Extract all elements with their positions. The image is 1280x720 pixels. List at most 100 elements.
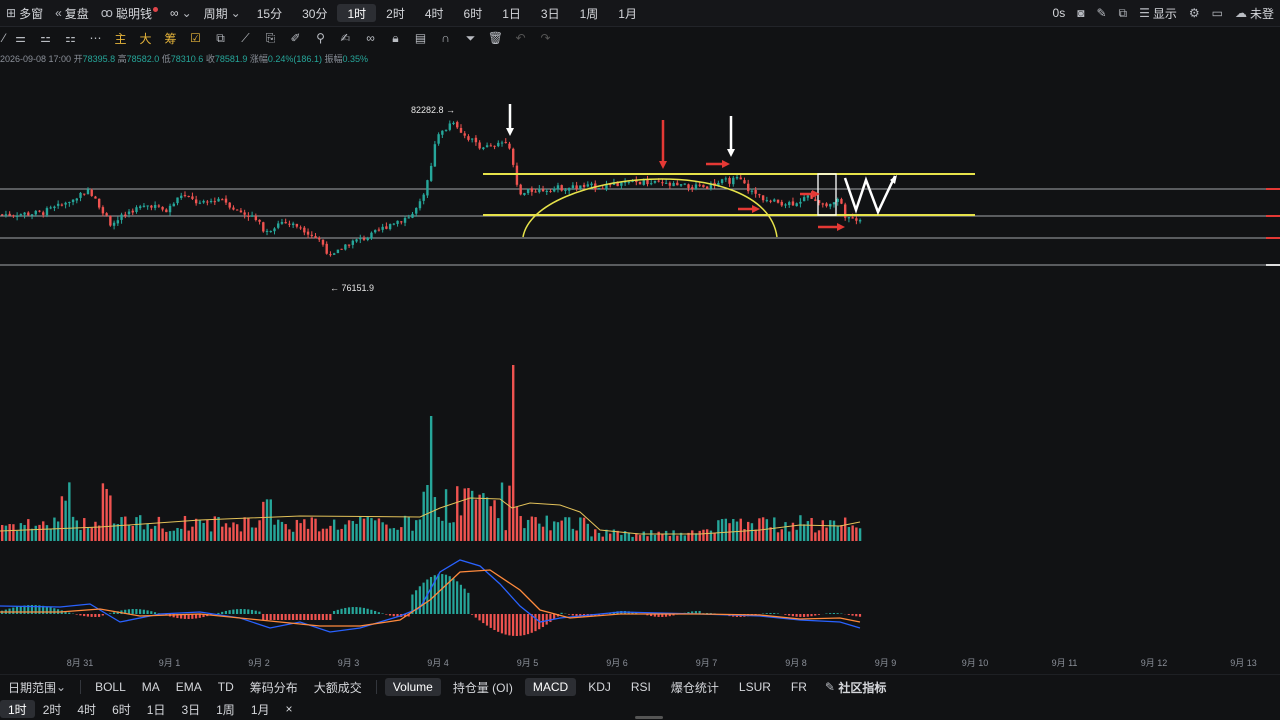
sub-indicator-0[interactable]: Volume	[384, 678, 441, 696]
edit-check-icon[interactable]: ☑	[183, 31, 208, 45]
community-indicators-button[interactable]: ✎ 社区指标	[817, 678, 894, 696]
indicator-2[interactable]: EMA	[168, 678, 210, 696]
volume-bar	[810, 517, 813, 541]
volume-bar	[42, 521, 45, 541]
timeframe-tab-2[interactable]: 1时	[337, 4, 377, 22]
undo-icon[interactable]: ↶	[508, 31, 533, 45]
compare-button[interactable]: ∞ ⌄	[164, 0, 198, 26]
fullscreen-button[interactable]: ⧉	[1113, 0, 1134, 26]
magnet-icon[interactable]: ∩	[433, 31, 458, 45]
candle	[687, 184, 690, 188]
bottom-timeframe-7[interactable]: 1月	[243, 700, 278, 718]
timeframe-tab-8[interactable]: 1周	[570, 0, 609, 26]
candle	[176, 197, 179, 204]
main-chart-toggle[interactable]: 主	[108, 30, 133, 47]
indicator-5[interactable]: 大额成交	[306, 678, 370, 696]
sub-indicator-2[interactable]: MACD	[524, 678, 577, 696]
macd-histogram-bar	[489, 614, 492, 628]
lock-icon[interactable]: 🔒︎	[383, 31, 408, 46]
multi-window-button[interactable]: ⊞ 多窗	[0, 0, 49, 26]
settings-button[interactable]: ⚙	[1183, 0, 1206, 26]
timeframe-tab-1[interactable]: 30分	[292, 0, 337, 26]
line-tool-icon[interactable]: ⟋	[233, 31, 258, 46]
crosshair-icon[interactable]: ⁄	[0, 31, 8, 45]
bottom-timeframe-3[interactable]: 6时	[104, 700, 139, 718]
sub-indicator-7[interactable]: FR	[783, 678, 815, 696]
draw-button[interactable]: ✎	[1090, 0, 1112, 26]
close-timeframe-bar-button[interactable]: ×	[278, 700, 301, 718]
trash-icon[interactable]: 🗑︎	[483, 31, 508, 45]
brush-icon[interactable]: ✍	[333, 31, 358, 45]
level-marker	[1266, 188, 1280, 190]
replay-button[interactable]: « 复盘	[49, 0, 95, 26]
timeframe-tab-5[interactable]: 6时	[454, 0, 493, 26]
volume-bar	[553, 521, 556, 541]
timeframe-tab-7[interactable]: 3日	[531, 0, 570, 26]
period-dropdown[interactable]: 周期 ⌄	[198, 0, 247, 26]
smart-money-button[interactable]: ꝏ 聪明钱	[95, 0, 164, 26]
sub-indicator-6[interactable]: LSUR	[731, 678, 779, 696]
indicator-0[interactable]: BOLL	[87, 678, 134, 696]
candle	[482, 147, 485, 149]
timeframe-tab-4[interactable]: 4时	[415, 0, 454, 26]
timeframe-tab-9[interactable]: 1月	[608, 0, 647, 26]
candle	[19, 214, 23, 216]
candle	[288, 223, 291, 225]
volume-bar	[34, 525, 37, 541]
macd-histogram-bar	[825, 613, 828, 614]
screenshot-button[interactable]: ◙	[1071, 0, 1090, 26]
candle	[691, 187, 694, 189]
bottom-timeframe-5[interactable]: 3日	[173, 700, 208, 718]
settings-lines-icon[interactable]: ⚏	[58, 31, 83, 45]
bottom-timeframe-1[interactable]: 2时	[35, 700, 70, 718]
sub-indicator-3[interactable]: KDJ	[580, 678, 619, 696]
display-button[interactable]: ☰ 显示	[1133, 0, 1183, 26]
volume-bar	[538, 523, 541, 541]
timeframe-tab-0[interactable]: 15分	[247, 0, 292, 26]
redo-icon[interactable]: ↷	[533, 31, 558, 45]
macd-histogram-bar	[224, 610, 227, 614]
indicator-3[interactable]: TD	[210, 678, 242, 696]
volume-bar	[676, 535, 679, 541]
macd-panel	[0, 559, 862, 636]
sub-indicator-4[interactable]: RSI	[623, 678, 659, 696]
bottom-timeframe-2[interactable]: 4时	[69, 700, 104, 718]
macd-histogram-bar	[90, 614, 93, 617]
more-icon[interactable]: ⋯	[83, 31, 108, 45]
sub-indicator-5[interactable]: 爆仓统计	[663, 678, 727, 696]
price-chart[interactable]: 82282.8 → ← 76151.9	[0, 62, 1280, 656]
link-icon[interactable]: ∞	[358, 31, 383, 45]
bottom-timeframe-0[interactable]: 1时	[0, 700, 35, 718]
copy-icon[interactable]: ⎘	[258, 31, 283, 46]
bottom-timeframe-6[interactable]: 1周	[208, 700, 243, 718]
sub-indicator-1[interactable]: 持仓量 (OI)	[445, 678, 521, 696]
filter-lines-icon[interactable]: ⚍	[33, 31, 58, 45]
note-icon[interactable]: ▤	[408, 31, 433, 45]
volume-bar	[493, 500, 496, 541]
indicator-4[interactable]: 筹码分布	[242, 678, 306, 696]
indicator-1[interactable]: MA	[134, 678, 168, 696]
zoom-icon[interactable]: ⚲	[308, 31, 333, 45]
date-range-dropdown[interactable]: 日期范围 ⌄	[0, 678, 74, 696]
macd-histogram-bar	[452, 578, 455, 614]
candle	[284, 222, 287, 224]
chips-toggle[interactable]: 筹	[158, 30, 183, 47]
big-trades-toggle[interactable]: 大	[133, 30, 158, 47]
candle	[627, 181, 631, 183]
scrollbar[interactable]	[635, 716, 663, 719]
ruler-icon[interactable]: ✐	[283, 31, 308, 45]
layout-icon[interactable]: ⚌	[8, 31, 33, 45]
volume-bar	[295, 519, 299, 541]
bottom-timeframe-4[interactable]: 1日	[139, 700, 174, 718]
account-button[interactable]: ☁ 未登	[1229, 0, 1280, 26]
volume-bar	[549, 530, 552, 541]
collapse-button[interactable]: ▭	[1206, 0, 1229, 26]
volume-bar	[217, 517, 220, 541]
timeframe-tab-6[interactable]: 1日	[492, 0, 531, 26]
volume-bar	[400, 527, 403, 541]
copy-chart-icon[interactable]: ⧉	[208, 31, 233, 46]
volume-bar	[556, 522, 560, 541]
candle	[467, 136, 470, 140]
timeframe-tab-3[interactable]: 2时	[376, 0, 415, 26]
funnel-icon[interactable]: ⏷	[458, 31, 483, 46]
